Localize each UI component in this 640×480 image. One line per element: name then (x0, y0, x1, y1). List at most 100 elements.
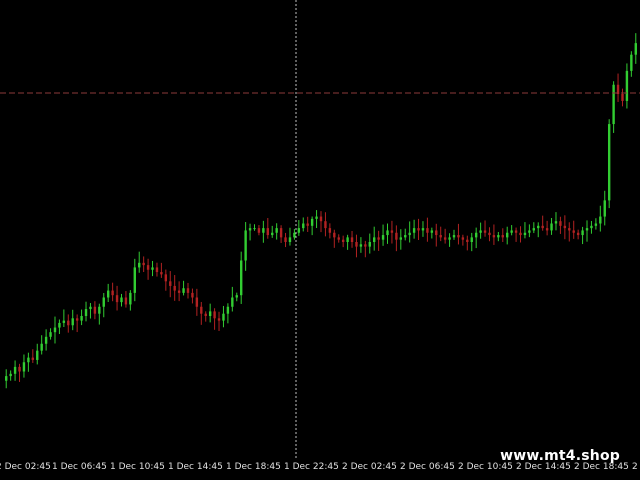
candle-body (519, 232, 522, 236)
candle-body (115, 295, 119, 303)
candle-body (333, 232, 336, 238)
time-axis-label: 1 Dec 18:45 (226, 462, 281, 472)
candle-body (271, 232, 274, 236)
candle-body (581, 230, 584, 236)
candle-body (62, 320, 66, 323)
candle-body (563, 225, 567, 229)
candle-body (75, 318, 79, 321)
candle-body (541, 225, 544, 229)
candle-body (457, 235, 460, 238)
candle-body (217, 318, 221, 321)
candle-body (550, 223, 553, 231)
candle-body (53, 327, 57, 333)
candle-body (40, 343, 43, 351)
candle-body (151, 267, 154, 270)
candle-body (138, 262, 141, 268)
candle-body (253, 228, 256, 230)
candle-body (612, 84, 615, 125)
candle-body (448, 237, 451, 240)
candle-body (377, 237, 380, 240)
candle-body (186, 288, 190, 293)
candle-body (559, 221, 562, 226)
candle-body (231, 297, 234, 307)
candle-body (284, 237, 287, 242)
candle-body (106, 290, 110, 298)
candle-body (506, 232, 509, 238)
candle-body (31, 357, 35, 360)
candle-body (22, 362, 26, 372)
candle-body (576, 232, 580, 236)
candle-body (71, 318, 74, 326)
candle-body (36, 350, 39, 360)
candle-body (89, 306, 92, 310)
candle-body (426, 228, 429, 233)
candle-body (373, 237, 376, 242)
time-axis-label: 1 Dec 06:45 (52, 462, 107, 472)
time-axis-label: 1 Dec 10:45 (110, 462, 165, 472)
candle-body (386, 230, 389, 236)
candle-body (98, 306, 101, 314)
candle-body (129, 292, 132, 305)
candle-body (226, 306, 230, 314)
candle-body (466, 239, 469, 242)
candle-body (155, 267, 159, 273)
candle-body (435, 230, 438, 236)
candle-body (483, 230, 487, 233)
candle-body (497, 235, 500, 238)
candle-body (594, 223, 598, 226)
candle-body (395, 232, 398, 240)
candle-body (439, 235, 442, 238)
candle-body (532, 228, 536, 231)
candle-body (315, 216, 318, 219)
candle-body (288, 237, 292, 242)
candle-body (590, 225, 593, 229)
watermark-text: www.mt4.shop (500, 448, 620, 464)
candle-body (67, 320, 70, 326)
candle-body (204, 313, 207, 316)
candle-body (528, 230, 531, 233)
candle-body (634, 43, 637, 55)
candle-body (222, 313, 225, 321)
candle-body (9, 373, 12, 377)
candle-body (208, 311, 212, 316)
candle-body (364, 244, 367, 247)
candle-body (80, 316, 83, 321)
candle-body (390, 230, 394, 233)
candle-body (266, 228, 269, 236)
candle-body (13, 366, 17, 374)
candle-body (319, 216, 323, 222)
candle-body (572, 230, 575, 233)
candle-body (488, 232, 491, 236)
candle-body (443, 237, 447, 240)
candle-body (213, 311, 216, 319)
candle-body (306, 223, 309, 226)
candle-body (235, 295, 238, 298)
candle-body (359, 244, 363, 247)
candle-body (302, 223, 305, 229)
time-axis-label: 2 Dec 02:45 (342, 462, 397, 472)
candle-body (545, 228, 549, 231)
candle-body (279, 228, 283, 238)
candle-body (603, 200, 606, 217)
candle-body (133, 267, 136, 293)
candle-body (341, 239, 345, 242)
candle-body (177, 290, 181, 293)
candle-body (537, 225, 540, 229)
candle-body (625, 70, 629, 101)
price-chart-area[interactable] (0, 0, 640, 458)
candle-body (479, 230, 482, 233)
candle-body (324, 221, 327, 229)
candle-body (146, 265, 150, 270)
candle-body (44, 336, 48, 344)
candle-body (585, 228, 589, 231)
candle-body (84, 309, 88, 316)
time-axis-label: 1 Dec 22:45 (284, 462, 339, 472)
candle-body (93, 306, 97, 314)
candle-body (346, 237, 349, 242)
candle-body (173, 285, 176, 291)
candle-body (142, 262, 145, 266)
candle-body (630, 54, 633, 71)
candle-body (523, 232, 527, 236)
time-axis-label: 2 Dec 06:45 (400, 462, 455, 472)
candle-body (310, 218, 314, 226)
